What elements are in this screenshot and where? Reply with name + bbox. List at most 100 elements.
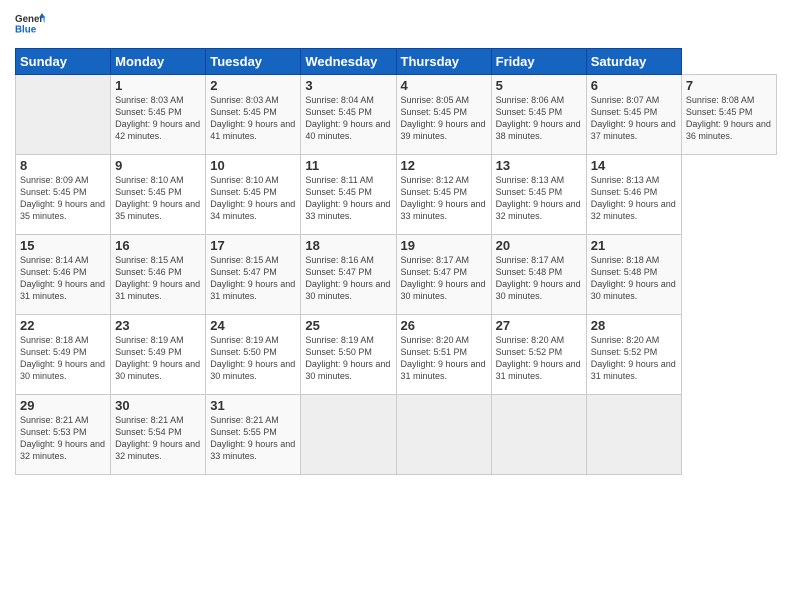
day-cell: 25Sunrise: 8:19 AMSunset: 5:50 PMDayligh… — [301, 315, 396, 395]
day-info: Sunrise: 8:18 AMSunset: 5:48 PMDaylight:… — [591, 254, 677, 303]
logo: General Blue — [15, 10, 45, 40]
day-number: 8 — [20, 158, 106, 173]
day-cell: 28Sunrise: 8:20 AMSunset: 5:52 PMDayligh… — [586, 315, 681, 395]
day-info: Sunrise: 8:08 AMSunset: 5:45 PMDaylight:… — [686, 94, 772, 143]
day-info: Sunrise: 8:19 AMSunset: 5:50 PMDaylight:… — [305, 334, 391, 383]
day-number: 13 — [496, 158, 582, 173]
day-cell: 20Sunrise: 8:17 AMSunset: 5:48 PMDayligh… — [491, 235, 586, 315]
week-row-3: 22Sunrise: 8:18 AMSunset: 5:49 PMDayligh… — [16, 315, 777, 395]
day-info: Sunrise: 8:09 AMSunset: 5:45 PMDaylight:… — [20, 174, 106, 223]
day-info: Sunrise: 8:16 AMSunset: 5:47 PMDaylight:… — [305, 254, 391, 303]
day-number: 14 — [591, 158, 677, 173]
day-info: Sunrise: 8:20 AMSunset: 5:51 PMDaylight:… — [401, 334, 487, 383]
day-cell: 29Sunrise: 8:21 AMSunset: 5:53 PMDayligh… — [16, 395, 111, 475]
day-info: Sunrise: 8:19 AMSunset: 5:49 PMDaylight:… — [115, 334, 201, 383]
day-number: 27 — [496, 318, 582, 333]
day-info: Sunrise: 8:06 AMSunset: 5:45 PMDaylight:… — [496, 94, 582, 143]
day-info: Sunrise: 8:03 AMSunset: 5:45 PMDaylight:… — [115, 94, 201, 143]
day-cell: 12Sunrise: 8:12 AMSunset: 5:45 PMDayligh… — [396, 155, 491, 235]
day-info: Sunrise: 8:05 AMSunset: 5:45 PMDaylight:… — [401, 94, 487, 143]
day-cell: 30Sunrise: 8:21 AMSunset: 5:54 PMDayligh… — [111, 395, 206, 475]
day-number: 25 — [305, 318, 391, 333]
col-header-wednesday: Wednesday — [301, 49, 396, 75]
day-number: 16 — [115, 238, 201, 253]
day-cell: 17Sunrise: 8:15 AMSunset: 5:47 PMDayligh… — [206, 235, 301, 315]
day-number: 19 — [401, 238, 487, 253]
day-number: 7 — [686, 78, 772, 93]
week-row-1: 8Sunrise: 8:09 AMSunset: 5:45 PMDaylight… — [16, 155, 777, 235]
day-cell — [586, 395, 681, 475]
day-cell: 8Sunrise: 8:09 AMSunset: 5:45 PMDaylight… — [16, 155, 111, 235]
col-header-friday: Friday — [491, 49, 586, 75]
day-info: Sunrise: 8:03 AMSunset: 5:45 PMDaylight:… — [210, 94, 296, 143]
day-cell: 2Sunrise: 8:03 AMSunset: 5:45 PMDaylight… — [206, 75, 301, 155]
day-cell: 16Sunrise: 8:15 AMSunset: 5:46 PMDayligh… — [111, 235, 206, 315]
day-info: Sunrise: 8:21 AMSunset: 5:53 PMDaylight:… — [20, 414, 106, 463]
week-row-0: 1Sunrise: 8:03 AMSunset: 5:45 PMDaylight… — [16, 75, 777, 155]
svg-text:Blue: Blue — [15, 25, 37, 36]
day-number: 26 — [401, 318, 487, 333]
day-number: 20 — [496, 238, 582, 253]
day-info: Sunrise: 8:21 AMSunset: 5:54 PMDaylight:… — [115, 414, 201, 463]
day-number: 17 — [210, 238, 296, 253]
day-cell: 27Sunrise: 8:20 AMSunset: 5:52 PMDayligh… — [491, 315, 586, 395]
day-info: Sunrise: 8:20 AMSunset: 5:52 PMDaylight:… — [591, 334, 677, 383]
day-number: 1 — [115, 78, 201, 93]
day-cell: 31Sunrise: 8:21 AMSunset: 5:55 PMDayligh… — [206, 395, 301, 475]
day-info: Sunrise: 8:15 AMSunset: 5:47 PMDaylight:… — [210, 254, 296, 303]
day-info: Sunrise: 8:11 AMSunset: 5:45 PMDaylight:… — [305, 174, 391, 223]
day-cell: 10Sunrise: 8:10 AMSunset: 5:45 PMDayligh… — [206, 155, 301, 235]
day-info: Sunrise: 8:10 AMSunset: 5:45 PMDaylight:… — [115, 174, 201, 223]
day-number: 11 — [305, 158, 391, 173]
day-number: 10 — [210, 158, 296, 173]
page: General Blue SundayMondayTuesdayWednesda… — [0, 0, 792, 612]
day-number: 6 — [591, 78, 677, 93]
day-cell: 21Sunrise: 8:18 AMSunset: 5:48 PMDayligh… — [586, 235, 681, 315]
day-number: 28 — [591, 318, 677, 333]
day-cell: 19Sunrise: 8:17 AMSunset: 5:47 PMDayligh… — [396, 235, 491, 315]
day-info: Sunrise: 8:04 AMSunset: 5:45 PMDaylight:… — [305, 94, 391, 143]
day-number: 4 — [401, 78, 487, 93]
day-info: Sunrise: 8:17 AMSunset: 5:47 PMDaylight:… — [401, 254, 487, 303]
day-info: Sunrise: 8:13 AMSunset: 5:45 PMDaylight:… — [496, 174, 582, 223]
day-number: 9 — [115, 158, 201, 173]
day-cell: 3Sunrise: 8:04 AMSunset: 5:45 PMDaylight… — [301, 75, 396, 155]
col-header-saturday: Saturday — [586, 49, 681, 75]
col-header-thursday: Thursday — [396, 49, 491, 75]
day-cell: 22Sunrise: 8:18 AMSunset: 5:49 PMDayligh… — [16, 315, 111, 395]
day-number: 30 — [115, 398, 201, 413]
day-number: 21 — [591, 238, 677, 253]
day-number: 2 — [210, 78, 296, 93]
week-row-2: 15Sunrise: 8:14 AMSunset: 5:46 PMDayligh… — [16, 235, 777, 315]
day-number: 18 — [305, 238, 391, 253]
day-cell: 7Sunrise: 8:08 AMSunset: 5:45 PMDaylight… — [681, 75, 776, 155]
day-info: Sunrise: 8:15 AMSunset: 5:46 PMDaylight:… — [115, 254, 201, 303]
header: General Blue — [15, 10, 777, 40]
header-row: SundayMondayTuesdayWednesdayThursdayFrid… — [16, 49, 777, 75]
day-number: 31 — [210, 398, 296, 413]
day-cell: 9Sunrise: 8:10 AMSunset: 5:45 PMDaylight… — [111, 155, 206, 235]
day-info: Sunrise: 8:18 AMSunset: 5:49 PMDaylight:… — [20, 334, 106, 383]
week-row-4: 29Sunrise: 8:21 AMSunset: 5:53 PMDayligh… — [16, 395, 777, 475]
day-info: Sunrise: 8:07 AMSunset: 5:45 PMDaylight:… — [591, 94, 677, 143]
day-cell: 15Sunrise: 8:14 AMSunset: 5:46 PMDayligh… — [16, 235, 111, 315]
day-number: 22 — [20, 318, 106, 333]
day-cell: 13Sunrise: 8:13 AMSunset: 5:45 PMDayligh… — [491, 155, 586, 235]
day-number: 23 — [115, 318, 201, 333]
logo-icon: General Blue — [15, 10, 45, 40]
day-cell: 4Sunrise: 8:05 AMSunset: 5:45 PMDaylight… — [396, 75, 491, 155]
day-info: Sunrise: 8:19 AMSunset: 5:50 PMDaylight:… — [210, 334, 296, 383]
col-header-monday: Monday — [111, 49, 206, 75]
day-number: 15 — [20, 238, 106, 253]
day-cell: 11Sunrise: 8:11 AMSunset: 5:45 PMDayligh… — [301, 155, 396, 235]
day-info: Sunrise: 8:20 AMSunset: 5:52 PMDaylight:… — [496, 334, 582, 383]
day-number: 29 — [20, 398, 106, 413]
calendar-table: SundayMondayTuesdayWednesdayThursdayFrid… — [15, 48, 777, 475]
day-cell: 18Sunrise: 8:16 AMSunset: 5:47 PMDayligh… — [301, 235, 396, 315]
day-info: Sunrise: 8:17 AMSunset: 5:48 PMDaylight:… — [496, 254, 582, 303]
day-number: 12 — [401, 158, 487, 173]
day-info: Sunrise: 8:21 AMSunset: 5:55 PMDaylight:… — [210, 414, 296, 463]
col-header-sunday: Sunday — [16, 49, 111, 75]
day-info: Sunrise: 8:12 AMSunset: 5:45 PMDaylight:… — [401, 174, 487, 223]
day-cell: 26Sunrise: 8:20 AMSunset: 5:51 PMDayligh… — [396, 315, 491, 395]
